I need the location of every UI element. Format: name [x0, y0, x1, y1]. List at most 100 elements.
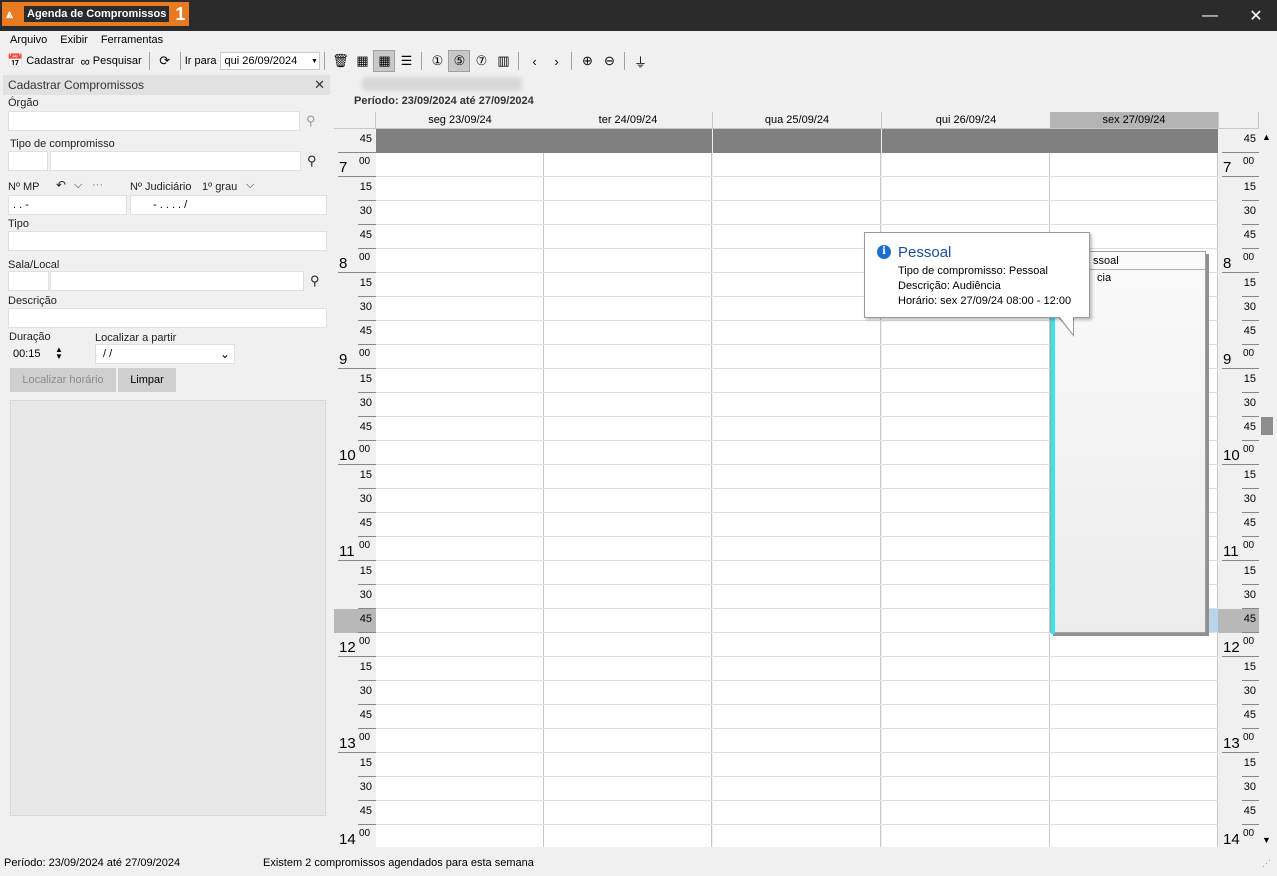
fullweek-view-icon[interactable]: ⑦ — [470, 50, 492, 72]
menu-ferramentas[interactable]: Ferramentas — [101, 34, 163, 46]
day-header-2[interactable]: qua 25/09/24 — [713, 112, 882, 129]
day-header-0[interactable]: seg 23/09/24 — [376, 112, 545, 129]
time-slot-cell[interactable] — [544, 417, 712, 441]
time-slot-cell[interactable] — [376, 585, 544, 609]
time-slot-cell[interactable] — [544, 249, 712, 273]
time-slot-cell[interactable] — [882, 369, 1050, 393]
time-slot-cell[interactable] — [376, 441, 544, 465]
day-view-icon[interactable]: ① — [426, 50, 448, 72]
time-slot-cell[interactable] — [882, 465, 1050, 489]
time-slot-cell[interactable] — [376, 609, 544, 633]
scroll-down-icon[interactable]: ▼ — [1262, 835, 1271, 845]
time-slot-cell[interactable] — [882, 345, 1050, 369]
time-slot-cell[interactable] — [376, 345, 544, 369]
time-slot-cell[interactable] — [544, 513, 712, 537]
time-slot-cell[interactable] — [376, 681, 544, 705]
cadastrar-button[interactable]: 📅 Cadastrar — [4, 50, 77, 72]
time-slot-cell[interactable] — [1050, 753, 1218, 777]
time-slot-cell[interactable] — [544, 753, 712, 777]
time-slot-cell[interactable] — [1050, 825, 1218, 847]
limpar-button[interactable]: Limpar — [118, 368, 176, 392]
close-button[interactable]: ✕ — [1233, 0, 1277, 31]
time-slot-cell[interactable] — [376, 633, 544, 657]
zoom-in-icon[interactable]: ⊕ — [576, 50, 598, 72]
time-slot-cell[interactable] — [544, 177, 712, 201]
time-slot-cell[interactable] — [376, 825, 544, 847]
nmp-dropdown-icon[interactable]: ⌵ — [74, 179, 82, 192]
time-slot-cell[interactable] — [713, 633, 881, 657]
time-slot-cell[interactable] — [544, 201, 712, 225]
time-slot-cell[interactable] — [376, 561, 544, 585]
time-slot-cell[interactable] — [376, 393, 544, 417]
tipo-compromisso-code-input[interactable] — [8, 151, 48, 171]
time-slot-cell[interactable] — [713, 585, 881, 609]
time-slot-cell[interactable] — [376, 369, 544, 393]
time-slot-cell[interactable] — [544, 657, 712, 681]
time-slot-cell[interactable] — [544, 129, 712, 153]
time-slot-cell[interactable] — [376, 129, 544, 153]
time-slot-cell[interactable] — [713, 561, 881, 585]
scroll-up-icon[interactable]: ▲ — [1262, 132, 1271, 142]
time-slot-cell[interactable] — [544, 441, 712, 465]
time-slot-cell[interactable] — [544, 705, 712, 729]
time-slot-cell[interactable] — [1050, 777, 1218, 801]
day-header-4[interactable]: sex 27/09/24 — [1050, 112, 1219, 129]
week-view-icon[interactable]: ▦ — [373, 50, 396, 72]
time-slot-cell[interactable] — [882, 537, 1050, 561]
time-slot-cell[interactable] — [544, 321, 712, 345]
time-slot-cell[interactable] — [544, 681, 712, 705]
time-slot-cell[interactable] — [882, 657, 1050, 681]
stepper-arrows-icon[interactable]: ▲ ▼ — [55, 346, 63, 361]
time-slot-cell[interactable] — [376, 417, 544, 441]
time-slot-cell[interactable] — [882, 729, 1050, 753]
time-slot-cell[interactable] — [713, 225, 881, 249]
time-slot-cell[interactable] — [713, 177, 881, 201]
time-slot-cell[interactable] — [544, 633, 712, 657]
time-slot-cell[interactable] — [544, 561, 712, 585]
time-slot-cell[interactable] — [713, 129, 881, 153]
time-slot-cell[interactable] — [882, 801, 1050, 825]
time-slot-cell[interactable] — [713, 153, 881, 177]
time-slot-cell[interactable] — [376, 537, 544, 561]
chevron-down-icon[interactable]: ⌄ — [220, 347, 230, 361]
time-slot-cell[interactable] — [882, 393, 1050, 417]
time-slot-cell[interactable] — [376, 777, 544, 801]
time-slot-cell[interactable] — [544, 729, 712, 753]
time-slot-cell[interactable] — [882, 705, 1050, 729]
time-slot-cell[interactable] — [1050, 153, 1218, 177]
time-slot-cell[interactable] — [376, 249, 544, 273]
undo-icon[interactable]: ↶ — [56, 178, 66, 192]
localizar-date-input[interactable]: / / ⌄ — [95, 344, 235, 364]
time-slot-cell[interactable] — [544, 777, 712, 801]
njudiciario-input[interactable]: - . . . . / — [130, 195, 327, 215]
time-slot-cell[interactable] — [1050, 177, 1218, 201]
panel-close-icon[interactable]: ✕ — [314, 77, 325, 93]
time-slot-cell[interactable] — [544, 369, 712, 393]
time-slot-cell[interactable] — [1050, 657, 1218, 681]
time-slot-cell[interactable] — [882, 417, 1050, 441]
time-slot-cell[interactable] — [882, 321, 1050, 345]
workweek-view-icon[interactable]: ⑤ — [448, 50, 471, 72]
time-slot-cell[interactable] — [713, 489, 881, 513]
sala-local-input[interactable] — [50, 271, 304, 291]
zoom-out-icon[interactable]: ⊖ — [598, 50, 620, 72]
more-icon[interactable]: ··· — [92, 179, 103, 191]
time-slot-cell[interactable] — [376, 297, 544, 321]
time-slot-cell[interactable] — [544, 489, 712, 513]
time-slot-cell[interactable] — [1050, 801, 1218, 825]
trash-icon[interactable]: 🗑 — [329, 50, 351, 72]
pesquisar-button[interactable]: ∞ Pesquisar — [77, 50, 144, 72]
orgao-search-icon[interactable]: ⚲ — [306, 113, 316, 129]
nmp-input[interactable]: . . - — [8, 195, 127, 215]
time-slot-cell[interactable] — [376, 705, 544, 729]
time-slot-cell[interactable] — [882, 177, 1050, 201]
localizar-horario-button[interactable]: Localizar horário — [10, 368, 116, 392]
time-slot-cell[interactable] — [713, 681, 881, 705]
time-slot-cell[interactable] — [713, 249, 881, 273]
time-slot-cell[interactable] — [544, 537, 712, 561]
time-slot-cell[interactable] — [544, 465, 712, 489]
time-slot-cell[interactable] — [882, 681, 1050, 705]
time-slot-cell[interactable] — [713, 513, 881, 537]
menu-arquivo[interactable]: Arquivo — [10, 34, 47, 46]
time-slot-cell[interactable] — [376, 489, 544, 513]
